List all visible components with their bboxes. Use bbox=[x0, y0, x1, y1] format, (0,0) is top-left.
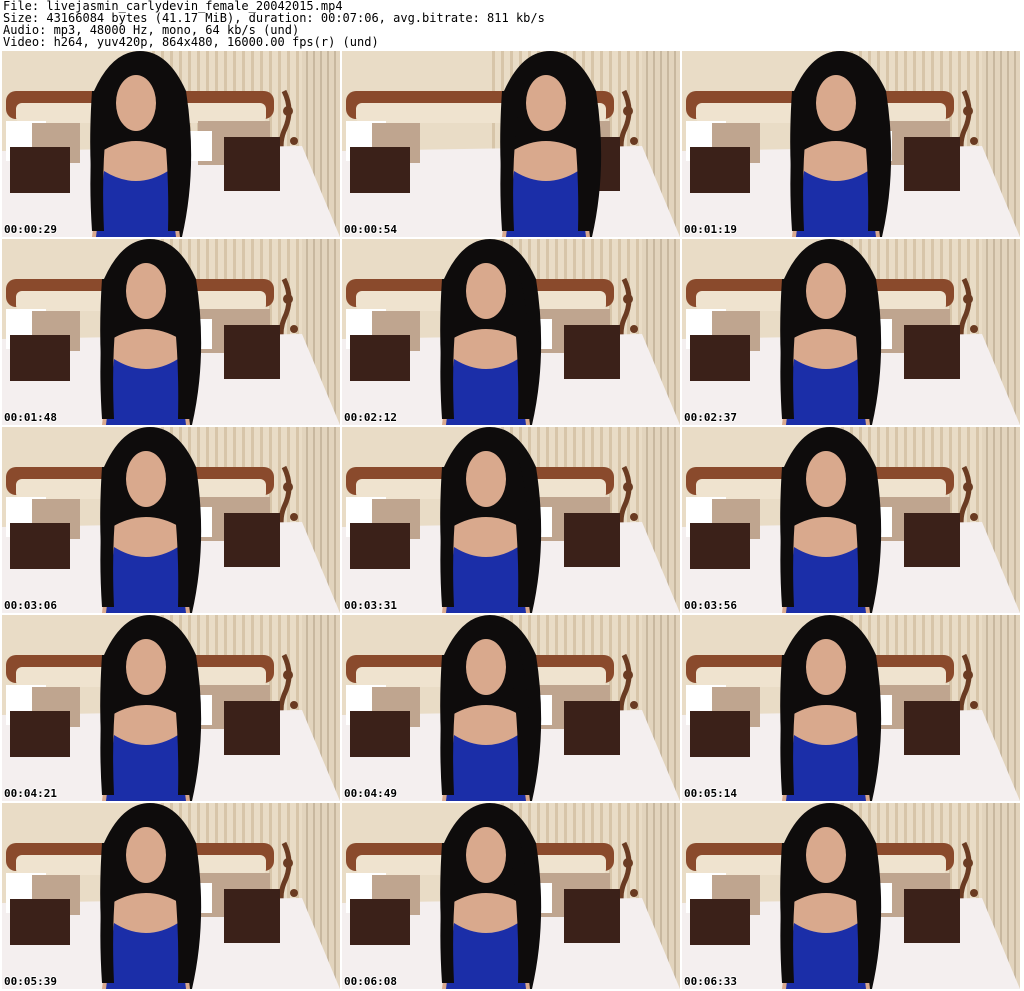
thumbnail-timestamp: 00:06:33 bbox=[684, 975, 737, 988]
person-figure bbox=[440, 615, 542, 801]
person-figure bbox=[100, 427, 202, 613]
thumbnail-timestamp: 00:02:12 bbox=[344, 411, 397, 424]
thumbnail-timestamp: 00:04:21 bbox=[4, 787, 57, 800]
thumbnail-timestamp: 00:05:39 bbox=[4, 975, 57, 988]
thumbnail-scene bbox=[342, 427, 680, 613]
person-figure bbox=[440, 427, 542, 613]
video-info-line: Video: h264, yuv420p, 864x480, 16000.00 … bbox=[3, 35, 379, 49]
person-figure bbox=[790, 51, 892, 237]
thumbnail-timestamp: 00:03:31 bbox=[344, 599, 397, 612]
thumbnail-timestamp: 00:04:49 bbox=[344, 787, 397, 800]
thumbnail-scene bbox=[682, 615, 1020, 801]
thumbnail-scene bbox=[2, 427, 340, 613]
video-thumbnail: 00:06:08 bbox=[342, 803, 680, 989]
thumbnail-scene bbox=[2, 51, 340, 237]
thumbnail-timestamp: 00:02:37 bbox=[684, 411, 737, 424]
video-thumbnail: 00:04:49 bbox=[342, 615, 680, 801]
thumbnail-scene bbox=[2, 615, 340, 801]
person-figure bbox=[500, 51, 602, 237]
video-thumbnail: 00:00:29 bbox=[2, 51, 340, 237]
thumbnail-scene bbox=[682, 803, 1020, 989]
person-figure bbox=[90, 51, 192, 237]
thumbnail-timestamp: 00:00:54 bbox=[344, 223, 397, 236]
person-figure bbox=[780, 615, 882, 801]
video-thumbnail: 00:05:39 bbox=[2, 803, 340, 989]
video-thumbnail: 00:05:14 bbox=[682, 615, 1020, 801]
person-figure bbox=[780, 239, 882, 425]
thumbnail-scene bbox=[342, 803, 680, 989]
video-thumbnail: 00:03:06 bbox=[2, 427, 340, 613]
thumbnail-scene bbox=[682, 239, 1020, 425]
thumbnail-scene bbox=[342, 615, 680, 801]
thumbnail-scene bbox=[2, 239, 340, 425]
thumbnail-scene bbox=[342, 51, 680, 237]
video-thumbnail: 00:02:12 bbox=[342, 239, 680, 425]
person-figure bbox=[100, 803, 202, 989]
person-figure bbox=[100, 615, 202, 801]
video-thumbnail: 00:02:37 bbox=[682, 239, 1020, 425]
thumbnail-timestamp: 00:00:29 bbox=[4, 223, 57, 236]
thumbnail-timestamp: 00:01:48 bbox=[4, 411, 57, 424]
thumbnail-scene bbox=[342, 239, 680, 425]
video-thumbnail: 00:04:21 bbox=[2, 615, 340, 801]
person-figure bbox=[440, 239, 542, 425]
thumbnail-timestamp: 00:06:08 bbox=[344, 975, 397, 988]
video-thumbnail: 00:03:31 bbox=[342, 427, 680, 613]
person-figure bbox=[100, 239, 202, 425]
thumbnail-timestamp: 00:01:19 bbox=[684, 223, 737, 236]
thumbnail-grid: 00:00:29 00:00:54 00:01:19 00:01:48 00:02:12… bbox=[2, 51, 1022, 989]
video-thumbnail: 00:01:48 bbox=[2, 239, 340, 425]
thumbnail-timestamp: 00:03:56 bbox=[684, 599, 737, 612]
person-figure bbox=[440, 803, 542, 989]
video-thumbnail: 00:06:33 bbox=[682, 803, 1020, 989]
thumbnail-scene bbox=[682, 51, 1020, 237]
thumbnail-timestamp: 00:03:06 bbox=[4, 599, 57, 612]
thumbnail-scene bbox=[682, 427, 1020, 613]
video-thumbnail: 00:03:56 bbox=[682, 427, 1020, 613]
person-figure bbox=[780, 427, 882, 613]
thumbnail-scene bbox=[2, 803, 340, 989]
thumbnail-timestamp: 00:05:14 bbox=[684, 787, 737, 800]
video-thumbnail: 00:00:54 bbox=[342, 51, 680, 237]
video-thumbnail: 00:01:19 bbox=[682, 51, 1020, 237]
file-info-header: File: livejasmin_carlydevin_female_20042… bbox=[3, 0, 1021, 50]
person-figure bbox=[780, 803, 882, 989]
